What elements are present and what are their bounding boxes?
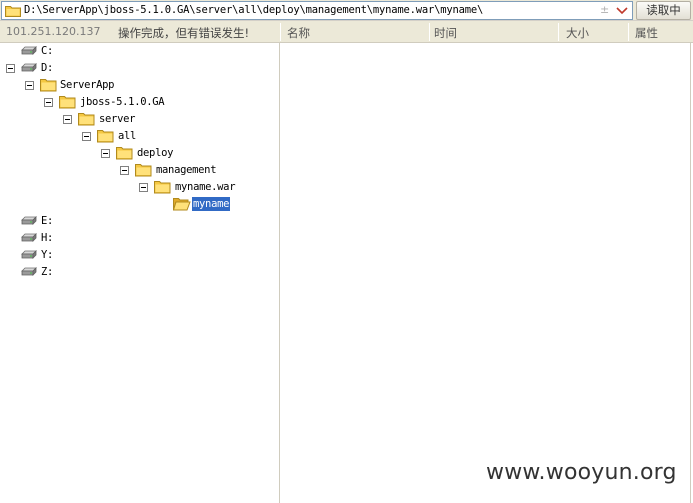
collapse-toggle[interactable]: [44, 98, 53, 107]
tree-node-deploy[interactable]: deploy: [0, 145, 220, 162]
column-divider[interactable]: [558, 23, 559, 41]
collapse-toggle[interactable]: [101, 149, 110, 158]
hard-drive-icon: [21, 46, 37, 55]
hard-drive-icon: [21, 250, 37, 259]
path-input[interactable]: D:\ServerApp\jboss-5.1.0.GA\server\all\d…: [24, 4, 483, 16]
tree-node-jboss[interactable]: jboss-5.1.0.GA: [0, 94, 200, 111]
hard-drive-icon: [21, 216, 37, 225]
folder-icon: [116, 147, 133, 160]
tree-node-label: C:: [41, 45, 54, 57]
tree-node-label: myname.war: [175, 181, 236, 193]
tree-node-label: all: [118, 130, 137, 142]
path-combobox[interactable]: D:\ServerApp\jboss-5.1.0.GA\server\all\d…: [1, 1, 633, 20]
chevron-down-icon[interactable]: [616, 6, 628, 16]
tree-node-label: Y:: [41, 249, 54, 261]
column-divider[interactable]: [280, 23, 281, 41]
tree-node-label: deploy: [137, 147, 174, 159]
hard-drive-icon: [21, 233, 37, 242]
hard-drive-icon: [21, 267, 37, 276]
folder-icon: [154, 181, 171, 194]
hard-drive-icon: [21, 63, 37, 72]
tree-node-label: server: [99, 113, 136, 125]
folder-icon: [40, 79, 57, 92]
tree-node-drive-e[interactable]: E:: [0, 213, 120, 230]
tree-node-label-selected: myname: [192, 197, 231, 211]
status-header-row: 101.251.120.137 操作完成，但有错误发生! 名称 时间 大小 属性: [0, 21, 693, 43]
tree-node-drive-z[interactable]: Z:: [0, 264, 120, 281]
read-button[interactable]: 读取中: [636, 1, 691, 20]
host-ip: 101.251.120.137: [6, 25, 101, 38]
tree-node-all[interactable]: all: [0, 128, 200, 145]
folder-icon: [5, 6, 21, 17]
tree-node-serverapp[interactable]: ServerApp: [0, 77, 160, 94]
tree-node-myname-war[interactable]: myname.war: [0, 179, 260, 196]
status-message: 操作完成，但有错误发生!: [118, 26, 250, 40]
tree-node-management[interactable]: management: [0, 162, 240, 179]
collapse-toggle[interactable]: [63, 115, 72, 124]
address-toolbar: D:\ServerApp\jboss-5.1.0.GA\server\all\d…: [0, 0, 693, 21]
tree-node-label: management: [156, 164, 217, 176]
tree-node-myname[interactable]: myname: [0, 196, 260, 213]
collapse-toggle[interactable]: [25, 81, 34, 90]
column-header-size[interactable]: 大小: [566, 25, 589, 41]
tree-node-label: Z:: [41, 266, 54, 278]
column-divider[interactable]: [429, 23, 430, 41]
collapse-toggle[interactable]: [139, 183, 148, 192]
column-header-attr[interactable]: 属性: [635, 25, 658, 41]
collapse-toggle[interactable]: [82, 132, 91, 141]
watermark-text: www.wooyun.org: [486, 460, 677, 485]
tree-node-label: jboss-5.1.0.GA: [80, 96, 165, 108]
tree-node-drive-y[interactable]: Y:: [0, 247, 120, 264]
column-header-name[interactable]: 名称: [287, 25, 310, 41]
tree-node-label: H:: [41, 232, 54, 244]
tree-node-label: E:: [41, 215, 54, 227]
tree-node-server[interactable]: server: [0, 111, 200, 128]
directory-tree[interactable]: C: D: ServerApp jboss-5.1.0.GA server al…: [0, 43, 280, 503]
folder-icon: [78, 113, 95, 126]
folder-icon: [135, 164, 152, 177]
collapse-toggle[interactable]: [6, 64, 15, 73]
open-folder-icon: [173, 198, 191, 211]
file-list-pane[interactable]: [281, 43, 691, 503]
folder-icon: [97, 130, 114, 143]
tree-node-drive-c[interactable]: C:: [0, 43, 120, 60]
tree-node-drive-d[interactable]: D:: [0, 60, 120, 77]
plus-minus-glyph: ±: [600, 3, 610, 16]
tree-node-label: ServerApp: [60, 79, 115, 91]
column-header-time[interactable]: 时间: [434, 25, 457, 41]
tree-node-drive-h[interactable]: H:: [0, 230, 120, 247]
collapse-toggle[interactable]: [120, 166, 129, 175]
folder-icon: [59, 96, 76, 109]
tree-node-label: D:: [41, 62, 54, 74]
column-divider[interactable]: [628, 23, 629, 41]
